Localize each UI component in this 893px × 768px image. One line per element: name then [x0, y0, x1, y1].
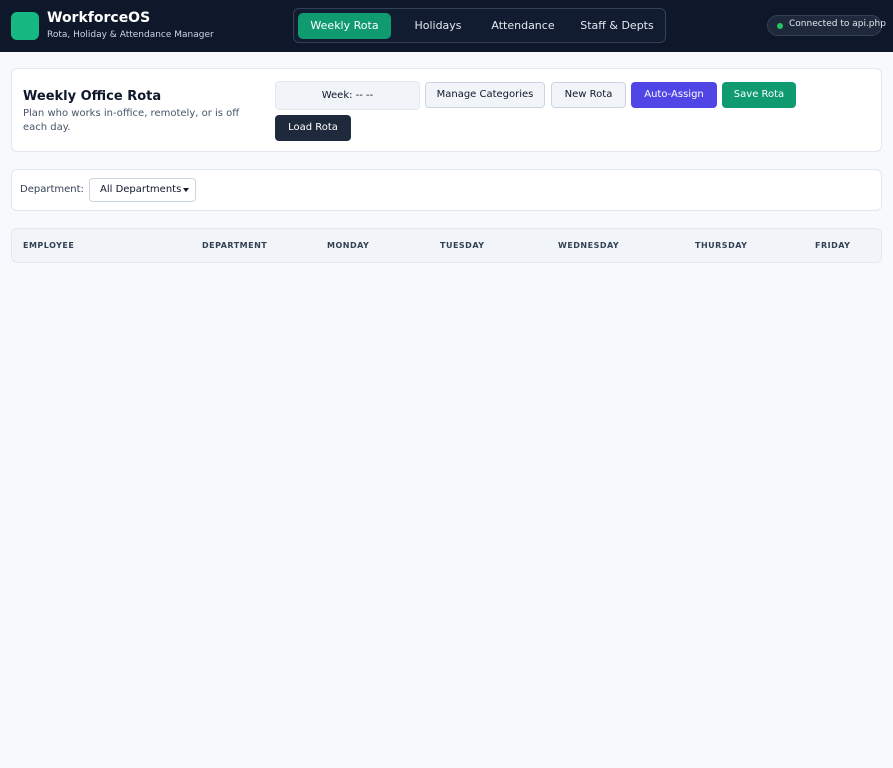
- department-filter-label: Department:: [20, 184, 84, 195]
- app-subtitle: Rota, Holiday & Attendance Manager: [47, 30, 214, 40]
- top-bar: WorkforceOS Rota, Holiday & Attendance M…: [0, 0, 893, 52]
- save-rota-button[interactable]: Save Rota: [722, 82, 796, 108]
- department-select[interactable]: All Departments: [89, 178, 196, 202]
- column-header-friday: FRIDAY: [815, 241, 851, 250]
- chevron-down-icon: [183, 188, 189, 192]
- column-header-tuesday: TUESDAY: [440, 241, 485, 250]
- rota-table: EMPLOYEE DEPARTMENT MONDAY TUESDAY WEDNE…: [11, 228, 882, 263]
- manage-categories-button[interactable]: Manage Categories: [425, 82, 545, 108]
- column-header-department: DEPARTMENT: [202, 241, 268, 250]
- auto-assign-button[interactable]: Auto-Assign: [631, 82, 717, 108]
- app-logo-icon: [11, 12, 39, 40]
- main-nav-tabs: Weekly Rota Holidays Attendance Staff & …: [293, 8, 666, 43]
- page-description: Plan who works in-office, remotely, or i…: [23, 108, 240, 133]
- connection-status-badge: Connected to api.php: [767, 15, 886, 36]
- column-header-wednesday: WEDNESDAY: [558, 241, 620, 250]
- tab-staff-depts[interactable]: Staff & Depts: [568, 13, 666, 39]
- week-selector[interactable]: Week: -- --: [275, 81, 420, 110]
- connection-status-text: Connected to api.php: [789, 19, 886, 29]
- department-filter-card: Department: All Departments: [11, 169, 882, 211]
- app-name: WorkforceOS: [47, 10, 151, 26]
- page-title: Weekly Office Rota: [23, 89, 162, 104]
- load-rota-button[interactable]: Load Rota: [275, 115, 351, 141]
- department-select-value: All Departments: [100, 184, 182, 195]
- tab-attendance[interactable]: Attendance: [480, 13, 566, 39]
- new-rota-button[interactable]: New Rota: [551, 82, 626, 108]
- tab-holidays[interactable]: Holidays: [396, 13, 480, 39]
- status-dot-icon: [777, 23, 783, 29]
- column-header-monday: MONDAY: [327, 241, 370, 250]
- rota-header-card: Weekly Office Rota Plan who works in-off…: [11, 68, 882, 152]
- column-header-thursday: THURSDAY: [695, 241, 748, 250]
- tab-weekly-rota[interactable]: Weekly Rota: [298, 13, 391, 39]
- column-header-employee: EMPLOYEE: [23, 241, 75, 250]
